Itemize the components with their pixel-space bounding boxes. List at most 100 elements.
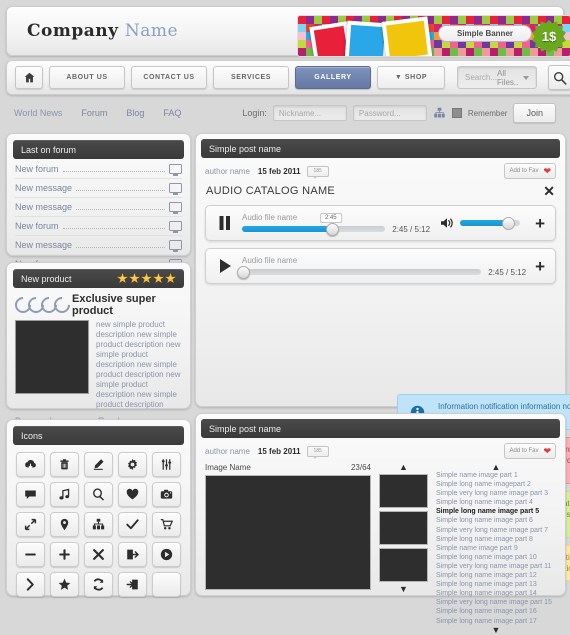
list-scroll-up-icon[interactable]: ▲ [492,463,501,472]
gallery-list-item[interactable]: Simple very long name image part 11 [436,562,552,571]
icon-button-gear[interactable] [118,452,147,477]
icon-button-chat-bubble[interactable] [16,482,45,507]
gallery-list-item[interactable]: Simple long name image part 14 [436,589,552,598]
heart-icon: ❤ [543,445,551,456]
password-input[interactable]: Password... [352,105,427,121]
chevron-down-icon[interactable] [523,75,530,80]
play-button[interactable] [216,259,234,273]
join-button[interactable]: Join [513,103,556,123]
subnav-item-blog[interactable]: Blog [126,108,144,118]
audio-seek-knob-2[interactable] [237,266,250,279]
icon-button-check[interactable] [118,512,147,537]
subnav-item-forum[interactable]: Forum [81,108,107,118]
audio-seek-slider-2[interactable] [237,266,482,279]
remember-checkbox[interactable] [451,108,462,118]
gallery-list-item[interactable]: Simple long name image part 17 [436,617,552,626]
nav-item-about[interactable]: ABOUT US [49,66,125,89]
close-icon[interactable]: ✕ [543,184,555,198]
add-track-button-2[interactable]: + [535,258,545,275]
forum-row[interactable]: New forum [15,160,182,179]
forum-row-dots [62,164,165,172]
add-to-fav-button[interactable]: Add to Fav ❤ [504,443,556,459]
icon-button-chevron-right[interactable] [16,572,45,597]
gallery-thumbnail[interactable] [379,548,428,582]
icon-button-logout[interactable] [118,542,147,567]
add-to-fav-label: Add to Fav [509,448,539,454]
author-name[interactable]: author name [205,167,250,176]
icon-button-camera[interactable] [152,482,181,507]
add-to-fav-button[interactable]: Add to Fav ❤ [504,163,556,179]
comment-count-badge[interactable]: 185 [306,445,329,459]
subnav-item-faq[interactable]: FAQ [163,108,181,118]
icon-button-cloud-download[interactable] [16,452,45,477]
icon-button-refresh[interactable] [84,572,113,597]
list-scroll-down-icon[interactable]: ▼ [492,625,501,634]
gallery-list-item[interactable]: Simple long name image part 4 [436,498,552,507]
gallery-list-item[interactable]: Simple long name image part 5 [436,507,552,516]
gallery-list-item[interactable]: Simple long name image part 6 [436,516,552,525]
product-widget: New product Exclusive super product new … [6,262,191,426]
nav-item-contact[interactable]: CONTACT US [131,66,207,89]
nav-item-home[interactable] [15,66,43,89]
author-name[interactable]: author name [205,447,250,456]
audio-seek-slider-1[interactable]: 2:45 [242,213,386,236]
volume-knob-1[interactable] [501,217,515,230]
promo-banner[interactable]: Simple Banner 1$ [297,15,570,57]
login-area: Login: Nickname... Password... Remember … [242,103,556,123]
nav-item-services[interactable]: SERVICES [213,66,289,89]
thumbs-scroll-up-icon[interactable]: ▲ [399,463,408,472]
nav-item-shop[interactable]: ▼ SHOP [377,66,445,89]
gallery-list-item[interactable]: Simple very long name image part 3 [436,489,552,498]
gallery-list-item[interactable]: Simple long name imagepart 2 [436,480,552,489]
icon-button-search[interactable] [84,482,113,507]
icon-button-trash[interactable] [50,452,79,477]
star-icon [129,273,140,284]
icon-button-plus[interactable] [50,542,79,567]
pause-button[interactable] [216,216,234,230]
icon-button-sitemap[interactable] [84,512,113,537]
icon-button-play-circle[interactable] [152,542,181,567]
gallery-list-item[interactable]: Simple long name image part 16 [436,607,552,616]
gallery-list-item[interactable]: Simple long name image part 10 [436,553,552,562]
search-filter-label[interactable]: All Files.. [497,69,518,87]
search-button[interactable] [548,65,570,90]
icon-button-map-pin[interactable] [50,512,79,537]
gallery-list-item[interactable]: Simple long name image part 12 [436,571,552,580]
icon-button-login[interactable] [118,572,147,597]
audio-seek-knob-1[interactable] [325,223,339,236]
subnav-item-world-news[interactable]: World News [14,108,62,118]
speaker-icon[interactable] [440,217,454,229]
add-track-button-1[interactable]: + [535,215,545,232]
icon-button-marker-pen[interactable] [84,452,113,477]
forum-row[interactable]: New forum [15,217,182,236]
gallery-list-item[interactable]: Simple long name image part 13 [436,580,552,589]
icon-button-close[interactable] [84,542,113,567]
icon-button-minus[interactable] [16,542,45,567]
thumbs-scroll-down-icon[interactable]: ▼ [399,585,408,594]
sitemap-icon[interactable] [433,107,446,119]
comment-count-badge[interactable]: 185 [306,165,329,179]
gallery-list-item[interactable]: Simple name image part 9 [436,544,552,553]
gallery-thumbnail[interactable] [379,474,428,508]
icon-button-shopping-cart[interactable] [152,512,181,537]
company-name-first: Company [27,21,119,41]
icon-button-music-note[interactable] [50,482,79,507]
login-label: Login: [242,108,267,118]
nickname-input[interactable]: Nickname... [272,105,347,121]
icon-button-star[interactable] [50,572,79,597]
nav-item-gallery[interactable]: GALLERY [295,66,371,89]
gallery-list-item[interactable]: Simple long name image part 8 [436,535,552,544]
gallery-thumbnail[interactable] [379,511,428,545]
forum-row[interactable]: New message [15,179,182,198]
search-field[interactable]: Search... All Files.. [457,66,538,89]
icon-button-sliders[interactable] [152,452,181,477]
gallery-list-item[interactable]: Simple very long name image part 7 [436,526,552,535]
volume-slider-1[interactable] [460,217,521,230]
icon-button-heart[interactable] [118,482,147,507]
forum-row[interactable]: New message [15,198,182,217]
icon-button-expand-arrows[interactable] [16,512,45,537]
gallery-main-image[interactable] [205,475,371,590]
forum-row[interactable]: New message [15,236,182,255]
gallery-list-item[interactable]: Simple name image part 1 [436,471,552,480]
minus-icon [25,553,36,556]
